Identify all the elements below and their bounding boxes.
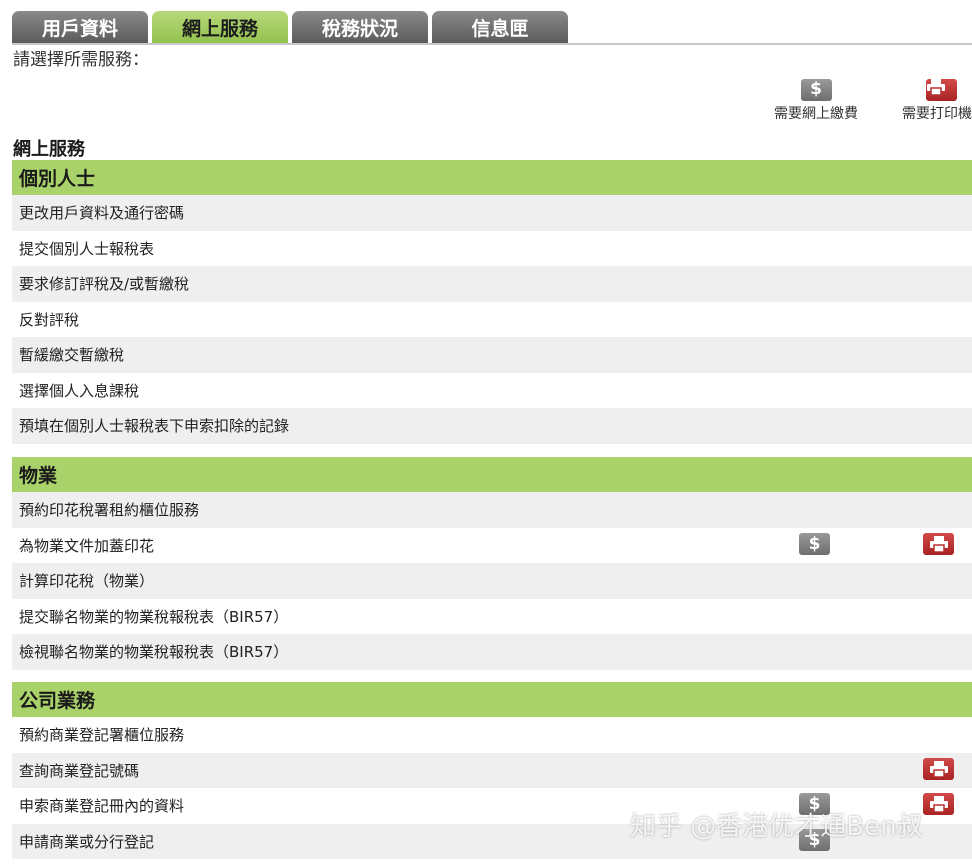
- service-link[interactable]: 提交聯名物業的物業稅報稅表（BIR57）: [19, 606, 288, 627]
- list-item[interactable]: 為物業文件加蓋印花 $: [12, 527, 972, 563]
- service-link[interactable]: 反對評稅: [19, 309, 79, 330]
- service-link[interactable]: 預約印花稅署租約櫃位服務: [19, 499, 199, 520]
- service-link[interactable]: 預填在個別人士報稅表下申索扣除的記錄: [19, 415, 289, 436]
- group-header: 物業: [12, 457, 972, 492]
- service-link[interactable]: 要求修訂評稅及/或暫繳稅: [19, 273, 189, 294]
- service-link[interactable]: 預約商業登記署櫃位服務: [19, 724, 184, 745]
- list-item[interactable]: 預填在個別人士報稅表下申索扣除的記錄: [12, 408, 972, 444]
- printer-icon: [923, 793, 954, 815]
- section-title: 網上服務: [13, 139, 85, 160]
- dollar-icon: $: [800, 79, 832, 101]
- tab-message-box[interactable]: 信息匣: [432, 11, 568, 43]
- watermark: 知乎 @香港优才通Ben叔: [630, 812, 923, 842]
- dollar-icon: $: [799, 532, 830, 555]
- list-item[interactable]: 檢視聯名物業的物業稅報稅表（BIR57）: [12, 634, 972, 670]
- legend-online-payment: $ 需要網上繳費: [768, 79, 864, 123]
- group-property: 物業 預約印花稅署租約櫃位服務 為物業文件加蓋印花 $ 計算印花稅（物業） 提交…: [12, 457, 972, 670]
- service-link[interactable]: 計算印花稅（物業）: [19, 570, 154, 591]
- service-link[interactable]: 查詢商業登記號碼: [19, 760, 139, 781]
- service-link[interactable]: 提交個別人士報稅表: [19, 238, 154, 259]
- tab-user-profile[interactable]: 用戶資料: [12, 11, 148, 43]
- legend-print-label: 需要打印機: [902, 106, 972, 122]
- list-item[interactable]: 要求修訂評稅及/或暫繳稅: [12, 266, 972, 302]
- service-prompt: 請選擇所需服務：: [13, 50, 149, 70]
- list-item[interactable]: 反對評稅: [12, 301, 972, 337]
- list-item[interactable]: 更改用戶資料及通行密碼: [12, 195, 972, 231]
- tab-online-services[interactable]: 網上服務: [152, 11, 288, 43]
- list-item[interactable]: 查詢商業登記號碼: [12, 752, 972, 788]
- printer-icon: [923, 532, 954, 555]
- group-header: 個別人士: [12, 160, 972, 195]
- service-link[interactable]: 申請商業或分行登記: [19, 831, 154, 852]
- list-item[interactable]: 選擇個人入息課稅: [12, 372, 972, 408]
- list-item[interactable]: 預約商業登記署櫃位服務: [12, 717, 972, 753]
- service-link[interactable]: 為物業文件加蓋印花: [19, 535, 154, 556]
- list-item[interactable]: 預約印花稅署租約櫃位服務: [12, 492, 972, 528]
- top-tab-bar: 用戶資料 網上服務 稅務狀況 信息匣: [12, 11, 572, 44]
- list-item[interactable]: 提交個別人士報稅表: [12, 230, 972, 266]
- group-header: 公司業務: [12, 682, 972, 717]
- legend-printer: 需要打印機: [902, 79, 972, 123]
- service-link[interactable]: 選擇個人入息課稅: [19, 380, 139, 401]
- list-item[interactable]: 暫緩繳交暫繳稅: [12, 337, 972, 373]
- printer-icon: [923, 757, 954, 780]
- tab-tax-status[interactable]: 稅務狀況: [292, 11, 428, 43]
- legend-pay-label: 需要網上繳費: [774, 106, 858, 122]
- tab-underline: [12, 43, 972, 45]
- service-link[interactable]: 檢視聯名物業的物業稅報稅表（BIR57）: [19, 641, 288, 662]
- list-item[interactable]: 提交聯名物業的物業稅報稅表（BIR57）: [12, 598, 972, 634]
- list-item[interactable]: 計算印花稅（物業）: [12, 563, 972, 599]
- printer-icon: [926, 79, 957, 101]
- group-individuals: 個別人士 更改用戶資料及通行密碼 提交個別人士報稅表 要求修訂評稅及/或暫繳稅 …: [12, 160, 972, 444]
- service-link[interactable]: 更改用戶資料及通行密碼: [19, 202, 184, 223]
- service-link[interactable]: 暫緩繳交暫繳稅: [19, 344, 124, 365]
- service-link[interactable]: 申索商業登記冊內的資料: [19, 795, 184, 816]
